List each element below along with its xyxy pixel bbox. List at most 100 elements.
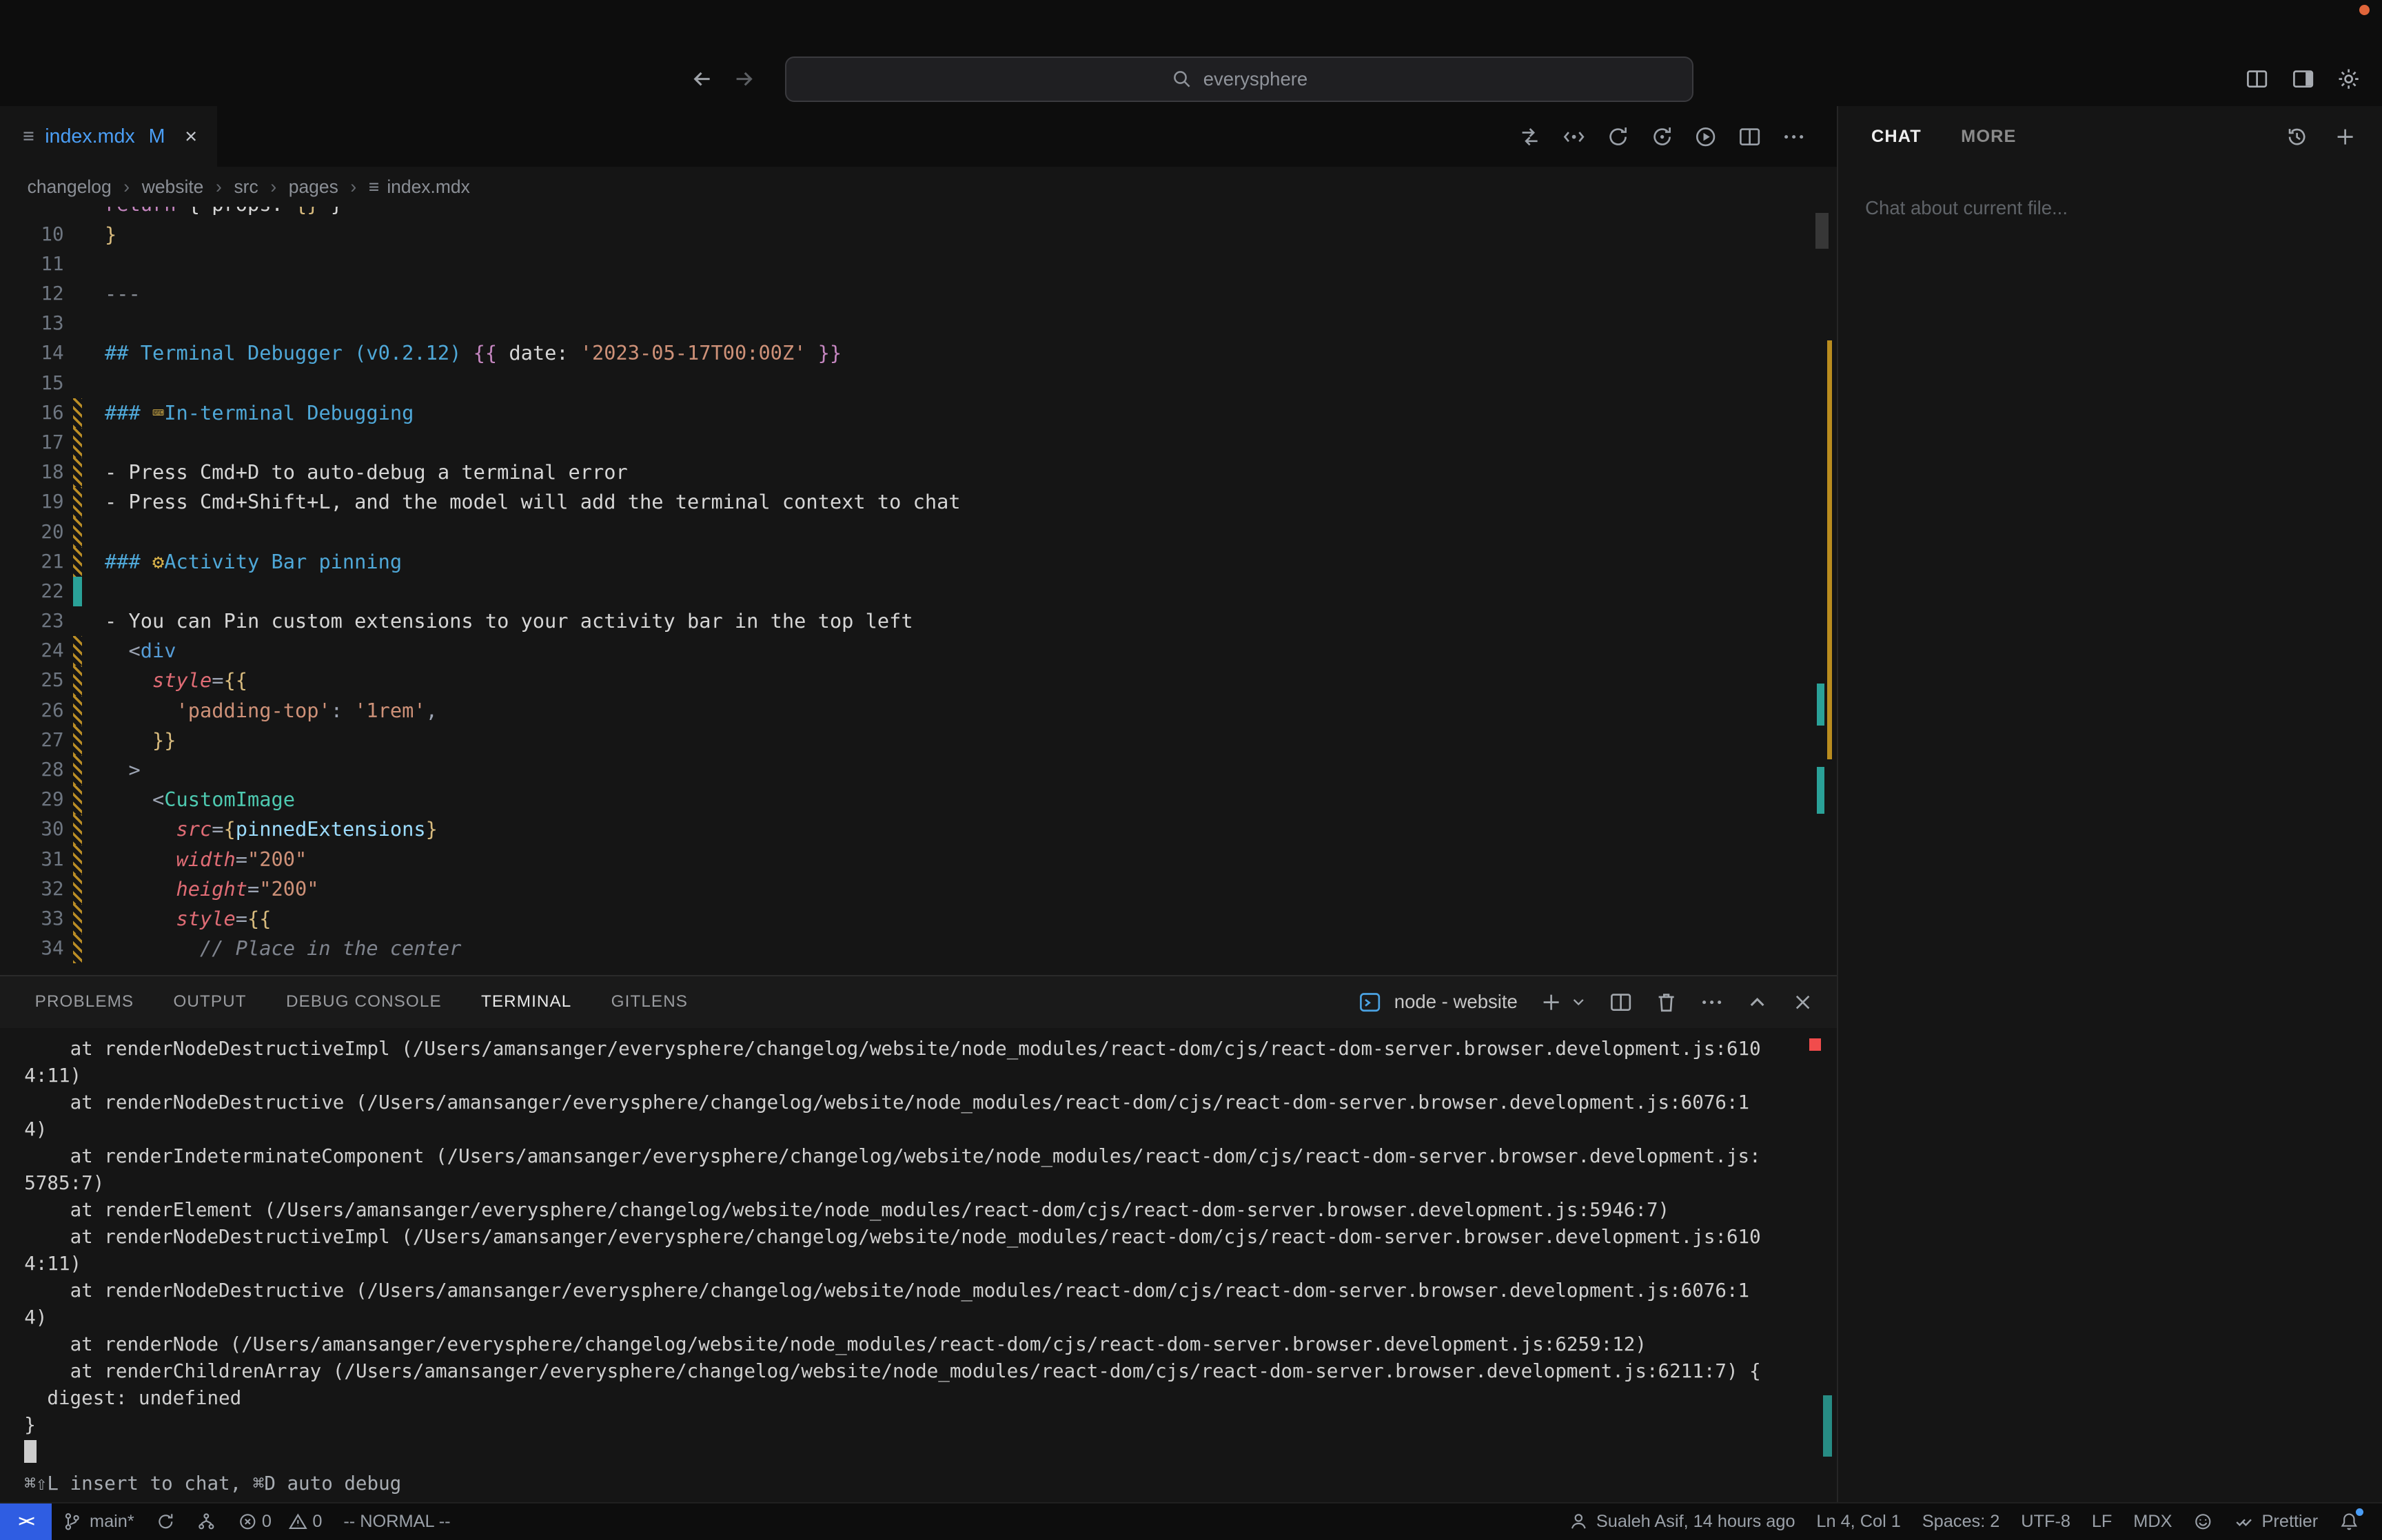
code-line[interactable]: 25 style={{: [0, 666, 1837, 695]
source-control-graph-item[interactable]: [186, 1503, 227, 1540]
panel-tab-problems[interactable]: PROBLEMS: [15, 992, 154, 1012]
code-line[interactable]: 15: [0, 369, 1837, 398]
gutter-spacer: [73, 606, 82, 636]
tab-index-mdx[interactable]: ≡ index.mdx M ×: [0, 106, 217, 167]
open-preview-icon[interactable]: [1562, 125, 1586, 149]
panel-tab-terminal[interactable]: TERMINAL: [461, 992, 591, 1012]
kill-terminal-icon[interactable]: [1654, 990, 1678, 1014]
split-terminal-icon[interactable]: [1609, 990, 1633, 1014]
code-line[interactable]: 29 <CustomImage: [0, 785, 1837, 814]
settings-gear-icon[interactable]: [2337, 67, 2361, 91]
code-line[interactable]: 23- You can Pin custom extensions to you…: [0, 606, 1837, 636]
code-line[interactable]: return { props: {} }: [0, 207, 1837, 220]
code-line[interactable]: 20: [0, 517, 1837, 547]
terminal-dropdown-chevron-icon[interactable]: [1569, 993, 1587, 1011]
terminal-profile-selector[interactable]: node - website: [1358, 990, 1518, 1014]
terminal-scrollbar-thumb[interactable]: [1823, 1395, 1832, 1456]
search-input[interactable]: everysphere: [785, 57, 1693, 102]
code-line[interactable]: 11: [0, 249, 1837, 279]
tab-modified-badge: M: [149, 125, 165, 148]
code-text: }}: [105, 726, 176, 755]
line-number: 13: [0, 309, 64, 338]
chat-body[interactable]: Chat about current file...: [1838, 167, 2382, 1501]
git-blame-item[interactable]: Sualeh Asif, 14 hours ago: [1558, 1503, 1806, 1540]
feedback-item[interactable]: [2183, 1503, 2223, 1540]
more-actions-icon[interactable]: [1782, 125, 1806, 149]
warning-count: 0: [312, 1512, 322, 1532]
language-mode-item[interactable]: MDX: [2123, 1503, 2183, 1540]
panel-tab-output[interactable]: OUTPUT: [154, 992, 267, 1012]
editor-scrollbar-thumb[interactable]: [1815, 213, 1829, 249]
code-line[interactable]: 12---: [0, 279, 1837, 309]
code-line[interactable]: 24 <div: [0, 636, 1837, 666]
source-control-graph-icon: [196, 1512, 216, 1532]
formatter-item[interactable]: Prettier: [2223, 1503, 2328, 1540]
toolbar-sync-icon[interactable]: [1606, 125, 1630, 149]
breadcrumb-item[interactable]: website: [142, 176, 204, 198]
gutter-modified-marker: [73, 636, 82, 666]
tab-label: index.mdx: [45, 125, 135, 148]
line-number: 32: [0, 874, 64, 904]
indentation-item[interactable]: Spaces: 2: [1911, 1503, 2011, 1540]
code-line[interactable]: 18- Press Cmd+D to auto-debug a terminal…: [0, 458, 1837, 487]
search-value: everysphere: [1203, 68, 1308, 90]
code-line[interactable]: 28 >: [0, 755, 1837, 785]
breadcrumb-item[interactable]: changelog: [28, 176, 112, 198]
line-number: 25: [0, 666, 64, 695]
code-line[interactable]: 26 'padding-top': '1rem',: [0, 696, 1837, 726]
breadcrumb-item[interactable]: index.mdx: [387, 176, 470, 198]
code-line[interactable]: 21### ⚙Activity Bar pinning: [0, 547, 1837, 577]
code-line[interactable]: 19- Press Cmd+Shift+L, and the model wil…: [0, 487, 1837, 517]
code-line[interactable]: 34 // Place in the center: [0, 934, 1837, 963]
gutter-modified-marker: [73, 696, 82, 726]
code-line[interactable]: 14## Terminal Debugger (v0.2.12) {{ date…: [0, 338, 1837, 368]
editor-group: ≡ index.mdx M × changelog ›: [0, 106, 1837, 1501]
code-line[interactable]: 16### ⌨In-terminal Debugging: [0, 398, 1837, 428]
cursor-position-item[interactable]: Ln 4, Col 1: [1806, 1503, 1911, 1540]
panel-tab-debug-console[interactable]: DEBUG CONSOLE: [266, 992, 461, 1012]
encoding-item[interactable]: UTF-8: [2011, 1503, 2081, 1540]
breadcrumb-item[interactable]: pages: [289, 176, 338, 198]
toggle-secondary-sidebar-icon[interactable]: [2291, 67, 2315, 91]
eol-item[interactable]: LF: [2081, 1503, 2122, 1540]
gutter-modified-marker: [73, 874, 82, 904]
split-editor-icon[interactable]: [1738, 125, 1762, 149]
forward-arrow-icon[interactable]: [732, 67, 756, 91]
maximize-panel-icon[interactable]: [1745, 990, 1769, 1014]
code-line[interactable]: 33 style={{: [0, 904, 1837, 934]
sync-changes-item[interactable]: [145, 1503, 185, 1540]
remote-indicator[interactable]: ><: [0, 1503, 52, 1540]
toolbar-rerun-icon[interactable]: [1650, 125, 1674, 149]
tab-more[interactable]: MORE: [1961, 127, 2016, 147]
chat-history-icon[interactable]: [2285, 125, 2309, 149]
git-branch-item[interactable]: main*: [52, 1503, 145, 1540]
code-line[interactable]: 22: [0, 577, 1837, 606]
breadcrumb-item[interactable]: src: [234, 176, 258, 198]
open-changes-icon[interactable]: [1518, 125, 1542, 149]
code-line[interactable]: 27 }}: [0, 726, 1837, 755]
toggle-panel-layout-icon[interactable]: [2245, 67, 2269, 91]
tab-chat[interactable]: CHAT: [1871, 127, 1922, 147]
terminal[interactable]: at renderNodeDestructiveImpl (/Users/ama…: [0, 1028, 1837, 1502]
panel-more-icon[interactable]: [1700, 990, 1724, 1014]
new-terminal-icon[interactable]: [1539, 990, 1563, 1014]
code-line[interactable]: 30 src={pinnedExtensions}: [0, 814, 1837, 844]
problems-item[interactable]: 0 0: [227, 1503, 333, 1540]
code-line[interactable]: 17: [0, 428, 1837, 458]
code-line[interactable]: 32 height="200": [0, 874, 1837, 904]
back-arrow-icon[interactable]: [690, 67, 714, 91]
tab-close-icon[interactable]: ×: [185, 126, 197, 147]
code-line[interactable]: 13: [0, 309, 1837, 338]
run-file-icon[interactable]: [1693, 125, 1718, 149]
notifications-item[interactable]: [2329, 1503, 2370, 1540]
vim-mode-indicator[interactable]: -- NORMAL --: [333, 1503, 461, 1540]
code-editor[interactable]: return { props: {} }10}1112---1314## Ter…: [0, 207, 1837, 975]
code-line[interactable]: 10}: [0, 220, 1837, 249]
gutter-modified-marker: [73, 726, 82, 755]
breadcrumb: changelog › website › src › pages › ≡ in…: [0, 167, 1837, 206]
new-chat-icon[interactable]: [2333, 125, 2357, 149]
bell-icon: [2339, 1512, 2359, 1532]
close-panel-icon[interactable]: [1791, 990, 1815, 1014]
panel-tab-gitlens[interactable]: GITLENS: [591, 992, 708, 1012]
code-line[interactable]: 31 width="200": [0, 845, 1837, 874]
